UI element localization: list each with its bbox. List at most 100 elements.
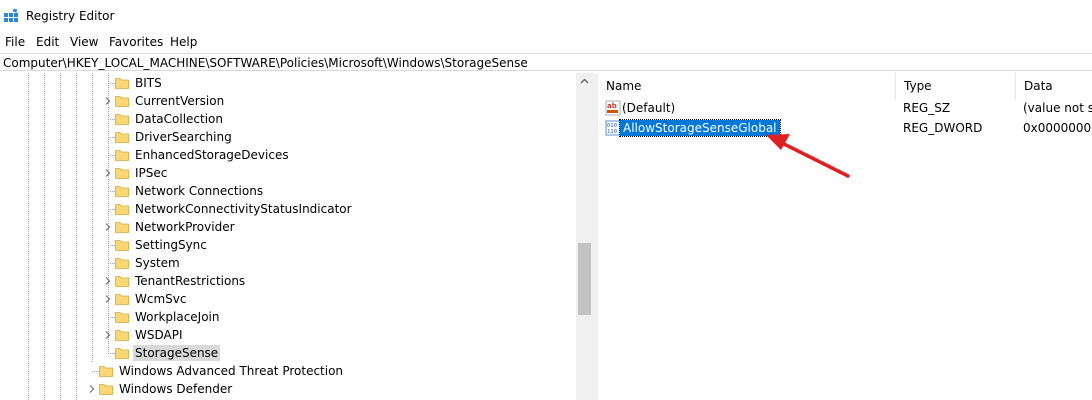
menu-edit[interactable]: Edit	[36, 35, 59, 49]
expand-chevron-icon[interactable]	[102, 329, 114, 341]
tree-item-label[interactable]: Network Connections	[133, 183, 265, 199]
column-header-data[interactable]: Data	[1016, 73, 1092, 99]
tree-connector	[108, 137, 115, 138]
tree-item[interactable]: DataCollection	[0, 110, 576, 128]
string-value-icon: ab	[605, 100, 621, 116]
expand-chevron-icon[interactable]	[102, 221, 114, 233]
expand-chevron-icon[interactable]	[86, 383, 98, 395]
folder-icon	[115, 166, 129, 179]
menu-help[interactable]: Help	[170, 35, 197, 49]
tree-connector	[108, 155, 115, 156]
tree-connector	[108, 209, 115, 210]
tree-item-label[interactable]: WSDAPI	[133, 327, 185, 343]
value-type: REG_SZ	[903, 101, 951, 115]
tree-item-label[interactable]: WcmSvc	[133, 291, 188, 307]
folder-icon	[115, 220, 129, 233]
tree-item-label[interactable]: Windows Defender	[117, 381, 234, 397]
tree-item-label[interactable]: WorkplaceJoin	[133, 309, 222, 325]
tree-connector	[108, 119, 115, 120]
scroll-up-icon[interactable]	[576, 73, 593, 90]
tree-item[interactable]: EnhancedStorageDevices	[0, 146, 576, 164]
tree-connector	[108, 83, 115, 84]
menu-file[interactable]: File	[5, 35, 25, 49]
folder-icon	[115, 328, 129, 341]
folder-icon	[115, 184, 129, 197]
tree-item-label[interactable]: EnhancedStorageDevices	[133, 147, 291, 163]
tree-item-label[interactable]: BITS	[133, 75, 164, 91]
tree-item-label[interactable]: NetworkProvider	[133, 219, 237, 235]
tree-scrollbar[interactable]	[576, 73, 593, 400]
list-row-selected[interactable]: 010 110 AllowStorageSenseGlobal REG_DWOR…	[598, 118, 1092, 138]
expand-chevron-icon[interactable]	[102, 275, 114, 287]
folder-icon	[115, 112, 129, 125]
scrollbar-thumb[interactable]	[578, 243, 591, 315]
window-title: Registry Editor	[26, 9, 115, 23]
value-list[interactable]: Name Type Data ab (Default) REG_SZ (valu…	[598, 73, 1092, 400]
folder-icon	[115, 292, 129, 305]
tree-item[interactable]: SettingSync	[0, 236, 576, 254]
tree-item[interactable]: Network Connections	[0, 182, 576, 200]
tree-item[interactable]: Windows Advanced Threat Protection	[0, 362, 576, 380]
svg-text:110: 110	[607, 129, 617, 135]
folder-icon	[99, 382, 113, 395]
tree-item-label[interactable]: DriverSearching	[133, 129, 234, 145]
folder-icon	[115, 274, 129, 287]
folder-icon	[115, 346, 129, 359]
tree-item[interactable]: Windows Defender	[0, 380, 576, 398]
folder-icon	[115, 76, 129, 89]
menu-bar: File Edit View Favorites Help	[0, 32, 1092, 52]
menu-view[interactable]: View	[70, 35, 98, 49]
value-name[interactable]: AllowStorageSenseGlobal	[619, 119, 781, 137]
tree-item[interactable]: WSDAPI	[0, 326, 576, 344]
tree-item[interactable]: NetworkProvider	[0, 218, 576, 236]
tree-item[interactable]: BITS	[0, 74, 576, 92]
address-bar[interactable]: Computer\HKEY_LOCAL_MACHINE\SOFTWARE\Pol…	[0, 53, 1092, 71]
tree-item-label[interactable]: IPSec	[133, 165, 169, 181]
tree-item[interactable]: StorageSense	[0, 344, 576, 362]
tree-item-label[interactable]: SettingSync	[133, 237, 209, 253]
tree-item-label[interactable]: TenantRestrictions	[133, 273, 247, 289]
folder-icon	[115, 130, 129, 143]
svg-text:ab: ab	[607, 102, 617, 110]
value-data: 0x00000000 (0)	[1023, 121, 1092, 135]
folder-icon	[115, 310, 129, 323]
key-tree[interactable]: BITS CurrentVersion DataCollection DriverSe…	[0, 73, 576, 400]
value-name: (Default)	[622, 101, 676, 115]
menu-favorites[interactable]: Favorites	[109, 35, 163, 49]
folder-icon	[115, 148, 129, 161]
tree-item-label[interactable]: StorageSense	[133, 345, 221, 361]
tree-item[interactable]: WorkplaceJoin	[0, 308, 576, 326]
dword-value-icon: 010 110	[605, 120, 621, 136]
column-header-name[interactable]: Name	[598, 73, 896, 99]
tree-item-label[interactable]: System	[133, 255, 182, 271]
tree-item[interactable]: DriverSearching	[0, 128, 576, 146]
tree-item[interactable]: WcmSvc	[0, 290, 576, 308]
folder-icon	[115, 202, 129, 215]
tree-connector	[108, 191, 115, 192]
tree-item-label[interactable]: CurrentVersion	[133, 93, 226, 109]
expand-chevron-icon[interactable]	[102, 95, 114, 107]
expand-chevron-icon[interactable]	[102, 293, 114, 305]
folder-icon	[115, 94, 129, 107]
tree-item-label[interactable]: Windows Advanced Threat Protection	[117, 363, 345, 379]
tree-item[interactable]: IPSec	[0, 164, 576, 182]
title-bar: Registry Editor	[0, 0, 1092, 32]
tree-connector	[108, 353, 115, 354]
value-type: REG_DWORD	[903, 121, 983, 135]
tree-connector	[108, 317, 115, 318]
tree-item-label[interactable]: NetworkConnectivityStatusIndicator	[133, 201, 354, 217]
tree-item-label[interactable]: DataCollection	[133, 111, 225, 127]
tree-connector	[108, 245, 115, 246]
tree-item[interactable]: System	[0, 254, 576, 272]
registry-icon	[4, 9, 18, 22]
tree-item[interactable]: NetworkConnectivityStatusIndicator	[0, 200, 576, 218]
list-row[interactable]: ab (Default) REG_SZ (value not set)	[598, 98, 1092, 118]
tree-connector	[92, 371, 99, 372]
folder-icon	[115, 238, 129, 251]
tree-connector	[108, 263, 115, 264]
column-header-type[interactable]: Type	[896, 73, 1016, 99]
folder-icon	[99, 364, 113, 377]
expand-chevron-icon[interactable]	[102, 167, 114, 179]
tree-item[interactable]: TenantRestrictions	[0, 272, 576, 290]
tree-item[interactable]: CurrentVersion	[0, 92, 576, 110]
